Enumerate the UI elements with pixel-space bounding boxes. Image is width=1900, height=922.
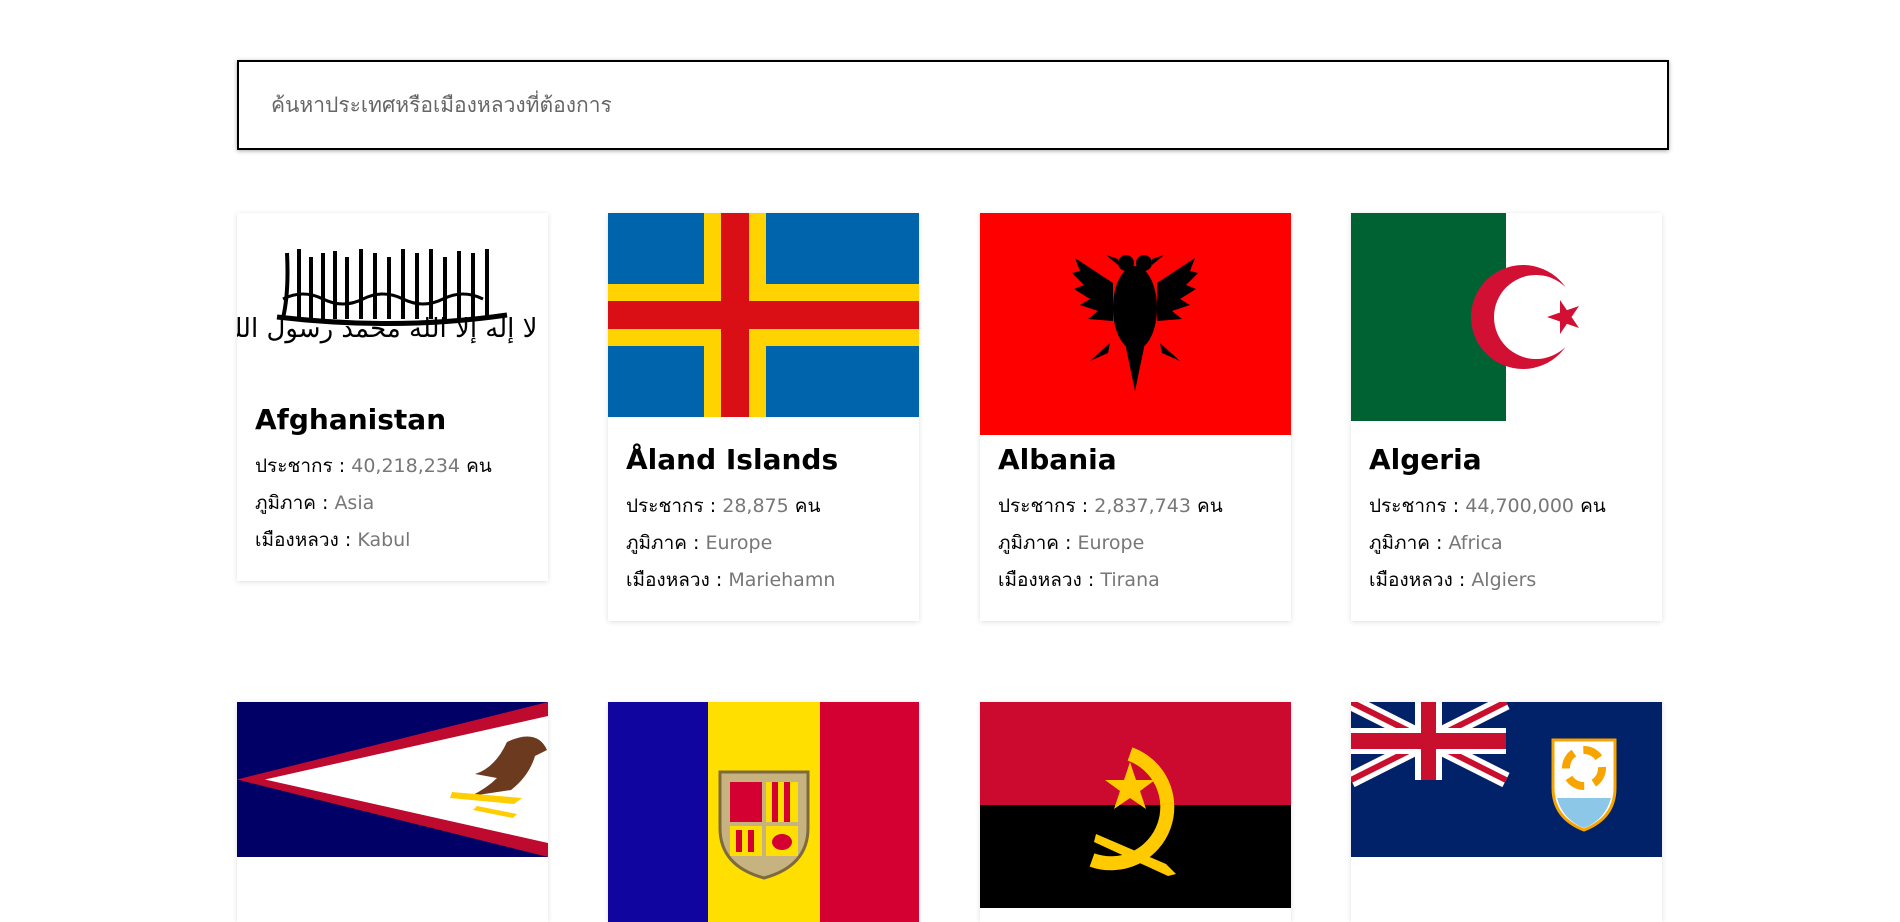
country-card-algeria[interactable]: Algeria ประชากร : 44,700,000 คน ภูมิภาค … [1351, 213, 1662, 621]
flag-aland-islands-icon [608, 213, 919, 417]
flag-andorra-icon [608, 702, 919, 922]
country-card-anguilla[interactable] [1351, 702, 1662, 922]
flag-angola-icon [980, 702, 1291, 908]
capital-row: เมืองหลวง : Tirana [998, 562, 1273, 599]
country-info: Algeria ประชากร : 44,700,000 คน ภูมิภาค … [1351, 443, 1662, 599]
separator: : [332, 455, 352, 477]
country-card-andorra[interactable] [608, 702, 919, 922]
flag-anguilla-icon [1351, 702, 1662, 857]
separator: : [709, 569, 729, 591]
capital-row: เมืองหลวง : Kabul [255, 522, 530, 559]
separator: : [1081, 569, 1101, 591]
population-row: ประชากร : 44,700,000 คน [1369, 488, 1644, 525]
country-card-aland-islands[interactable]: Åland Islands ประชากร : 28,875 คน ภูมิภา… [608, 213, 919, 621]
region-label: ภูมิภาค [255, 492, 316, 514]
capital-row: เมืองหลวง : Algiers [1369, 562, 1644, 599]
people-unit: คน [794, 495, 821, 517]
capital-label: เมืองหลวง [255, 529, 339, 551]
capital-row: เมืองหลวง : Mariehamn [626, 562, 901, 599]
population-label: ประชากร [626, 495, 704, 517]
country-name: Algeria [1369, 443, 1482, 476]
flag-algeria-icon [1351, 213, 1662, 421]
capital-label: เมืองหลวง [998, 569, 1082, 591]
region-label: ภูมิภาค [1369, 532, 1430, 554]
country-name: Afghanistan [255, 403, 447, 436]
capital-value: Mariehamn [728, 569, 836, 591]
country-card-american-samoa[interactable] [237, 702, 548, 922]
flag-afghanistan-icon: لا إله إلا الله محمد رسول الله [237, 213, 548, 403]
population-value: 28,875 [722, 495, 789, 517]
separator: : [686, 532, 706, 554]
region-row: ภูมิภาค : Europe [998, 525, 1273, 562]
population-label: ประชากร [255, 455, 333, 477]
population-value: 44,700,000 [1465, 495, 1575, 517]
region-value: Asia [334, 492, 375, 514]
separator: : [338, 529, 358, 551]
separator: : [315, 492, 335, 514]
population-label: ประชากร [1369, 495, 1447, 517]
people-unit: คน [1580, 495, 1606, 517]
region-label: ภูมิภาค [998, 532, 1059, 554]
search-box[interactable] [237, 60, 1669, 150]
region-value: Africa [1448, 532, 1503, 554]
capital-value: Kabul [357, 529, 411, 551]
region-value: Europe [705, 532, 773, 554]
country-info: Afghanistan ประชากร : 40,218,234 คน ภูมิ… [237, 403, 548, 559]
separator: : [1429, 532, 1449, 554]
region-value: Europe [1077, 532, 1145, 554]
capital-value: Tirana [1100, 569, 1160, 591]
population-row: ประชากร : 2,837,743 คน [998, 488, 1273, 525]
people-unit: คน [466, 455, 492, 477]
separator: : [1452, 569, 1472, 591]
separator: : [703, 495, 723, 517]
separator: : [1075, 495, 1095, 517]
country-info: Albania ประชากร : 2,837,743 คน ภูมิภาค :… [980, 443, 1291, 599]
country-name: Åland Islands [626, 443, 839, 476]
capital-value: Algiers [1471, 569, 1537, 591]
country-card-albania[interactable]: Albania ประชากร : 2,837,743 คน ภูมิภาค :… [980, 213, 1291, 621]
population-row: ประชากร : 40,218,234 คน [255, 448, 530, 485]
region-row: ภูมิภาค : Asia [255, 485, 530, 522]
country-card-afghanistan[interactable]: لا إله إلا الله محمد رسول الله Afghanist… [237, 213, 548, 581]
region-row: ภูมิภาค : Africa [1369, 525, 1644, 562]
population-value: 2,837,743 [1094, 495, 1191, 517]
flag-american-samoa-icon [237, 702, 548, 857]
flag-albania-icon [980, 213, 1291, 435]
separator: : [1446, 495, 1466, 517]
population-row: ประชากร : 28,875 คน [626, 488, 901, 525]
population-label: ประชากร [998, 495, 1076, 517]
region-row: ภูมิภาค : Europe [626, 525, 901, 562]
country-info: Åland Islands ประชากร : 28,875 คน ภูมิภา… [608, 443, 919, 599]
country-name: Albania [998, 443, 1117, 476]
region-label: ภูมิภาค [626, 532, 687, 554]
people-unit: คน [1196, 495, 1223, 517]
search-input[interactable] [239, 62, 1667, 148]
population-value: 40,218,234 [351, 455, 461, 477]
separator: : [1058, 532, 1078, 554]
country-card-angola[interactable] [980, 702, 1291, 922]
capital-label: เมืองหลวง [626, 569, 710, 591]
capital-label: เมืองหลวง [1369, 569, 1453, 591]
